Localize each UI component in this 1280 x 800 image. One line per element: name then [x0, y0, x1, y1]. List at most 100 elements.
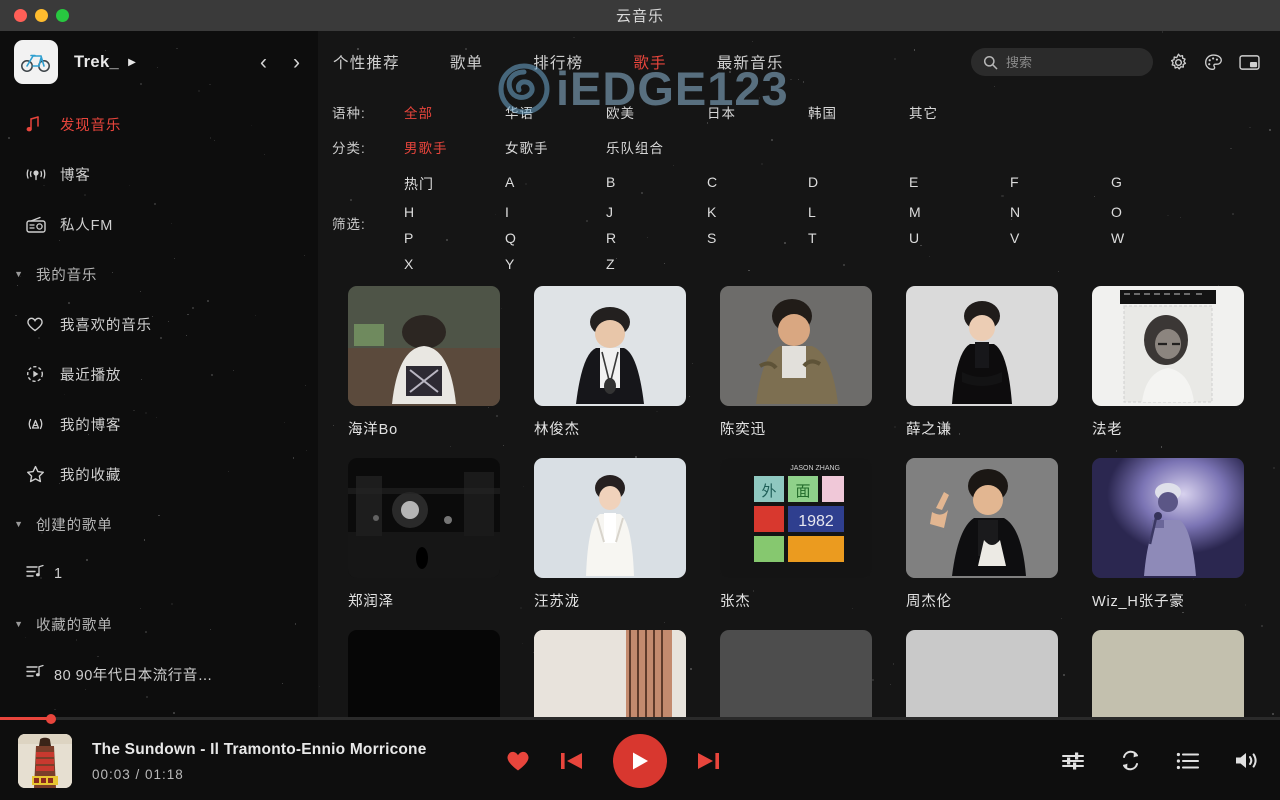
filter-option-letter-f[interactable]: F — [1010, 169, 1111, 199]
artist-card-partial[interactable] — [348, 630, 500, 719]
filter-option-letter-a[interactable]: A — [505, 169, 606, 199]
filter-option-letter-t[interactable]: T — [808, 225, 909, 251]
playlist-icon[interactable] — [1176, 751, 1200, 771]
filter-option-cat-band[interactable]: 乐队组合 — [606, 134, 707, 160]
artist-thumbnail[interactable] — [720, 630, 872, 719]
filter-option-lang-chinese[interactable]: 华语 — [505, 99, 606, 125]
artist-card-partial[interactable] — [1092, 630, 1244, 719]
filter-option-lang-western[interactable]: 欧美 — [606, 99, 707, 125]
filter-option-letter-h[interactable]: H — [404, 199, 505, 225]
mini-player-icon[interactable] — [1239, 54, 1260, 71]
filter-option-letter-s[interactable]: S — [707, 225, 808, 251]
artist-thumbnail[interactable] — [906, 630, 1058, 719]
filter-option-cat-male[interactable]: 男歌手 — [404, 134, 505, 160]
artist-card[interactable]: Wiz_H张子豪 — [1092, 458, 1244, 611]
search-input[interactable] — [1006, 54, 1136, 70]
artist-card[interactable]: 薛之谦 — [906, 286, 1058, 439]
sidebar-item-my-collection[interactable]: 我的收藏 — [0, 449, 318, 499]
filter-option-letter-r[interactable]: R — [606, 225, 707, 251]
artist-card-partial[interactable] — [906, 630, 1058, 719]
filter-option-letter-q[interactable]: Q — [505, 225, 606, 251]
filter-option-letter-d[interactable]: D — [808, 169, 909, 199]
artist-card[interactable]: 郑润泽 — [348, 458, 500, 611]
filter-option-letter-c[interactable]: C — [707, 169, 808, 199]
filter-option-letter-i[interactable]: I — [505, 199, 606, 225]
sidebar-item-recent-play[interactable]: 最近播放 — [0, 349, 318, 399]
sidebar-group-created-playlists[interactable]: ▼ 创建的歌单 — [0, 499, 318, 549]
repeat-icon[interactable] — [1119, 749, 1142, 772]
artist-thumbnail[interactable]: JASON ZHANG 外 面 1982 — [720, 458, 872, 578]
artist-card[interactable]: JASON ZHANG 外 面 1982 张杰 — [720, 458, 872, 611]
artist-thumbnail[interactable] — [906, 458, 1058, 578]
filter-option-letter-k[interactable]: K — [707, 199, 808, 225]
filter-option-letter-z[interactable]: Z — [606, 251, 707, 277]
tab-charts[interactable]: 排行榜 — [533, 51, 583, 73]
sidebar-item-personal-fm[interactable]: 私人FM — [0, 199, 318, 249]
artist-thumbnail[interactable] — [534, 630, 686, 719]
gear-icon[interactable] — [1169, 53, 1188, 72]
tab-new-music[interactable]: 最新音乐 — [717, 51, 784, 73]
search-box[interactable] — [971, 48, 1153, 76]
tab-playlists[interactable]: 歌单 — [450, 51, 483, 73]
artist-thumbnail[interactable] — [348, 630, 500, 719]
sidebar-item-discover[interactable]: 发现音乐 — [0, 99, 318, 149]
next-icon[interactable] — [695, 749, 721, 773]
sidebar-playlist-item[interactable]: 1 — [0, 549, 318, 599]
artist-thumbnail[interactable] — [348, 458, 500, 578]
filter-option-letter-b[interactable]: B — [606, 169, 707, 199]
artist-card-partial[interactable] — [720, 630, 872, 719]
artist-card[interactable]: 陈奕迅 — [720, 286, 872, 439]
play-button[interactable] — [613, 733, 667, 788]
artist-thumbnail[interactable] — [906, 286, 1058, 406]
forward-arrow-icon[interactable]: › — [293, 52, 300, 73]
artist-thumbnail[interactable] — [720, 286, 872, 406]
artist-thumbnail[interactable] — [1092, 458, 1244, 578]
filter-option-letter-u[interactable]: U — [909, 225, 1010, 251]
artist-card[interactable]: 林俊杰 — [534, 286, 686, 439]
filter-option-letter-n[interactable]: N — [1010, 199, 1111, 225]
artist-card-partial[interactable] — [534, 630, 686, 719]
artist-card[interactable]: 海洋Bo — [348, 286, 500, 439]
filter-option-letter-热门[interactable]: 热门 — [404, 169, 505, 199]
palette-icon[interactable] — [1204, 53, 1223, 72]
filter-option-lang-all[interactable]: 全部 — [404, 99, 505, 125]
volume-icon[interactable] — [1234, 750, 1258, 771]
sidebar-item-favorite-music[interactable]: 我喜欢的音乐 — [0, 299, 318, 349]
tab-recommend[interactable]: 个性推荐 — [333, 51, 400, 73]
progress-handle[interactable] — [46, 713, 57, 724]
like-button[interactable] — [505, 749, 531, 772]
equalizer-icon[interactable] — [1061, 750, 1085, 772]
filter-option-letter-o[interactable]: O — [1111, 199, 1212, 225]
sidebar-playlist-item[interactable]: 80 90年代日本流行音… — [0, 649, 318, 699]
filter-option-letter-j[interactable]: J — [606, 199, 707, 225]
filter-option-cat-female[interactable]: 女歌手 — [505, 134, 606, 160]
filter-option-letter-v[interactable]: V — [1010, 225, 1111, 251]
artist-thumbnail[interactable] — [534, 458, 686, 578]
filter-option-letter-l[interactable]: L — [808, 199, 909, 225]
album-cover[interactable] — [18, 734, 72, 788]
filter-option-lang-other[interactable]: 其它 — [909, 99, 1010, 125]
artist-card[interactable]: 法老 — [1092, 286, 1244, 439]
sidebar-group-my-music[interactable]: ▼ 我的音乐 — [0, 249, 318, 299]
user-profile-row[interactable]: Trek_ ▶ ‹ › — [0, 31, 318, 93]
chevron-right-icon[interactable]: ▶ — [128, 57, 136, 68]
filter-option-letter-x[interactable]: X — [404, 251, 505, 277]
previous-icon[interactable] — [559, 749, 585, 773]
filter-option-letter-m[interactable]: M — [909, 199, 1010, 225]
tab-artists[interactable]: 歌手 — [633, 51, 666, 73]
artist-thumbnail[interactable] — [1092, 286, 1244, 406]
filter-option-lang-korean[interactable]: 韩国 — [808, 99, 909, 125]
sidebar-item-podcast[interactable]: 博客 — [0, 149, 318, 199]
filter-option-letter-e[interactable]: E — [909, 169, 1010, 199]
avatar[interactable] — [14, 40, 58, 84]
sidebar-item-my-podcast[interactable]: 我的博客 — [0, 399, 318, 449]
filter-option-letter-p[interactable]: P — [404, 225, 505, 251]
artist-card[interactable]: 汪苏泷 — [534, 458, 686, 611]
filter-option-letter-w[interactable]: W — [1111, 225, 1212, 251]
artist-thumbnail[interactable] — [348, 286, 500, 406]
artist-thumbnail[interactable] — [534, 286, 686, 406]
back-arrow-icon[interactable]: ‹ — [260, 52, 267, 73]
filter-option-letter-g[interactable]: G — [1111, 169, 1212, 199]
artist-card[interactable]: 周杰伦 — [906, 458, 1058, 611]
filter-option-lang-japanese[interactable]: 日本 — [707, 99, 808, 125]
